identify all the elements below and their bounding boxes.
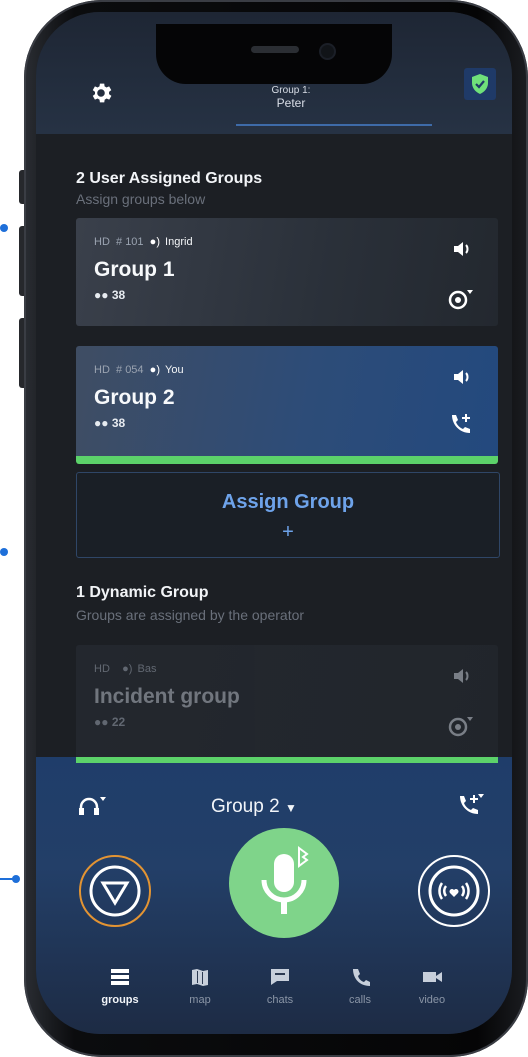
groups-list-icon xyxy=(111,969,129,985)
members-icon: ●● xyxy=(94,288,109,302)
callout-dot-1 xyxy=(0,224,8,232)
emergency-alarm-button[interactable] xyxy=(418,855,490,927)
dynamic-group-card[interactable]: HD ●) Bas Incident group ●● 22 xyxy=(76,645,498,762)
front-camera xyxy=(319,43,336,60)
assign-group-label: Assign Group xyxy=(221,491,355,513)
active-group-bar xyxy=(76,757,498,763)
nav-map[interactable]: map xyxy=(164,968,236,1006)
group-card-1[interactable]: HD # 101 ●) Ingrid Group 1 ●● 38 xyxy=(76,218,498,326)
group-number: # 101 xyxy=(116,236,144,248)
group-name: Incident group xyxy=(94,685,240,708)
stop-triangle-icon xyxy=(89,865,141,917)
nav-groups[interactable]: groups xyxy=(84,968,156,1006)
volume-icon[interactable] xyxy=(452,667,472,685)
add-call-icon[interactable] xyxy=(456,793,484,817)
add-call-icon[interactable] xyxy=(448,412,474,434)
nav-chats-label: chats xyxy=(266,994,294,1006)
speaking-user: You xyxy=(165,364,184,376)
nav-chats[interactable]: chats xyxy=(244,968,316,1006)
group-name: Group 1 xyxy=(94,258,175,281)
callout-dot-2 xyxy=(0,548,8,556)
dynamic-group-title: 1 Dynamic Group xyxy=(76,584,209,601)
member-count: ●● 22 xyxy=(94,715,125,729)
chevron-down-icon: ▼ xyxy=(284,801,297,815)
scan-group-icon[interactable] xyxy=(448,288,474,310)
group-card-2[interactable]: HD # 054 ●) You Group 2 ●● 38 xyxy=(76,346,498,464)
speaking-user-icon: ●) xyxy=(149,364,160,376)
nav-calls[interactable]: calls xyxy=(324,968,396,1006)
member-count-value: 22 xyxy=(111,715,126,729)
volume-icon[interactable] xyxy=(452,240,472,258)
assign-group-button[interactable]: Assign Group + xyxy=(76,472,500,558)
active-group-underline xyxy=(236,124,432,126)
callout-dot-3 xyxy=(12,875,20,883)
nav-map-label: map xyxy=(189,994,211,1006)
speaker-grille xyxy=(251,46,299,53)
member-count: ●● 38 xyxy=(94,288,125,302)
quality-label: HD xyxy=(94,663,110,675)
nav-video-label: video xyxy=(418,994,446,1006)
microphone-icon xyxy=(261,846,309,914)
group-name: Group 2 xyxy=(94,386,175,409)
scan-group-icon[interactable] xyxy=(448,715,474,737)
active-group-indicator[interactable]: Group 1: Peter xyxy=(216,84,366,110)
group-number: # 054 xyxy=(116,364,144,376)
nav-calls-label: calls xyxy=(348,994,371,1006)
group-card-meta: HD # 101 ●) Ingrid xyxy=(94,236,193,248)
members-icon: ●● xyxy=(94,416,109,430)
assigned-groups-title: 2 User Assigned Groups xyxy=(76,170,263,187)
push-to-talk-button[interactable] xyxy=(229,828,339,938)
alarm-signal-icon xyxy=(428,865,480,917)
app-screen: Group 1: Peter 2 User Assigned Groups As… xyxy=(36,12,512,1034)
members-icon: ●● xyxy=(94,715,109,729)
chat-icon xyxy=(271,969,289,985)
map-icon xyxy=(192,969,208,986)
group-selector[interactable]: Group 2 ▼ xyxy=(211,796,297,818)
member-count-value: 38 xyxy=(111,416,126,430)
bottom-navigation: groups map chats calls video xyxy=(36,968,512,1034)
quality-label: HD xyxy=(94,236,110,248)
video-camera-icon xyxy=(423,972,442,982)
plus-icon: + xyxy=(282,521,294,543)
speaking-user: Bas xyxy=(137,663,157,675)
volume-icon[interactable] xyxy=(452,368,472,386)
shield-check-icon xyxy=(472,74,488,94)
nav-video[interactable]: video xyxy=(396,968,468,1006)
security-shield-button[interactable] xyxy=(464,68,496,100)
selected-group-name: Group 2 xyxy=(211,796,280,817)
speaking-user-icon: ●) xyxy=(149,236,160,248)
speaking-user-icon: ●) xyxy=(122,663,133,675)
top-bar: Group 1: Peter xyxy=(36,12,512,134)
settings-gear-icon[interactable] xyxy=(88,80,114,106)
speaking-user: Ingrid xyxy=(165,236,193,248)
active-group-user: Peter xyxy=(276,96,306,110)
notch xyxy=(156,24,392,84)
phone-icon xyxy=(353,969,370,986)
stop-button[interactable] xyxy=(79,855,151,927)
headset-icon[interactable] xyxy=(78,795,106,817)
group-card-meta: HD # 054 ●) You xyxy=(94,364,184,376)
member-count: ●● 38 xyxy=(94,416,125,430)
assigned-groups-subtitle: Assign groups below xyxy=(76,191,206,207)
dynamic-group-subtitle: Groups are assigned by the operator xyxy=(76,607,305,623)
group-card-meta: HD ●) Bas xyxy=(94,663,156,675)
nav-groups-label: groups xyxy=(101,994,139,1006)
member-count-value: 38 xyxy=(111,288,126,302)
quality-label: HD xyxy=(94,364,110,376)
